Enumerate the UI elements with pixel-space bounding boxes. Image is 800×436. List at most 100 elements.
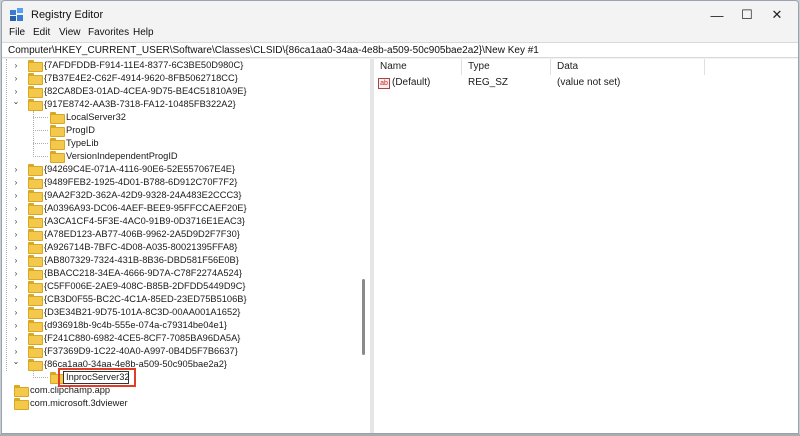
tree-item[interactable]: › {A926714B-7BFC-4D08-A035-80021395FFA8} [2,241,358,254]
chevron-right-icon[interactable]: › [11,59,21,72]
tree-item[interactable]: › {7AFDFDDB-F914-11E4-8377-6C3BE50D980C} [2,59,358,72]
window-title: Registry Editor [31,9,104,21]
address-path[interactable]: Computer\HKEY_CURRENT_USER\Software\Clas… [8,45,539,56]
folder-icon [28,242,43,254]
chevron-right-icon[interactable]: › [11,293,21,306]
chevron-right-icon[interactable]: › [11,254,21,267]
tree-item-label: ProgID [66,125,95,135]
chevron-right-icon[interactable]: › [11,332,21,345]
folder-icon [28,164,43,176]
tree-item-label: {A78ED123-AB77-406B-9962-2A5D9D2F7F30} [44,229,240,239]
tree-item-label: com.clipchamp.app [30,385,111,395]
tree-item[interactable]: ProgID [2,124,358,137]
chevron-right-icon[interactable]: › [11,319,21,332]
tree-item-label: {A926714B-7BFC-4D08-A035-80021395FFA8} [44,242,238,252]
tree-item[interactable]: › {7B37E4E2-C62F-4914-9620-8FB5062718CC} [2,72,358,85]
folder-icon [28,73,43,85]
tree-scrollbar[interactable] [358,59,370,433]
folder-icon [28,177,43,189]
folder-icon [14,385,29,397]
chevron-right-icon[interactable]: › [11,280,21,293]
menu-favorites[interactable]: Favorites [88,27,129,38]
chevron-right-icon[interactable]: › [11,202,21,215]
menu-view[interactable]: View [59,27,81,38]
tree-item[interactable]: › {BBACC218-34EA-4666-9D7A-C78F2274A524} [2,267,358,280]
tree-item[interactable]: VersionIndependentProgID [2,150,358,163]
folder-icon [28,86,43,98]
menu-help[interactable]: Help [133,27,154,38]
folder-icon [28,229,43,241]
folder-icon [28,268,43,280]
menu-bar: File Edit View Favorites Help [2,27,798,41]
menu-edit[interactable]: Edit [33,27,50,38]
chevron-right-icon[interactable]: › [11,267,21,280]
chevron-right-icon[interactable]: › [11,241,21,254]
chevron-right-icon[interactable]: › [11,176,21,189]
tree-item[interactable]: LocalServer32 [2,111,358,124]
tree-item[interactable]: InprocServer32 [2,368,358,387]
tree-item[interactable]: › {A78ED123-AB77-406B-9962-2A5D9D2F7F30} [2,228,358,241]
folder-icon [28,333,43,345]
tree-item[interactable]: › {A3CA1CF4-5F3E-4AC0-91B9-0D3716E1EAC3} [2,215,358,228]
menu-file[interactable]: File [9,27,25,38]
values-list[interactable]: Name Type Data ab (Default) REG_SZ (valu… [374,59,798,433]
tree-item[interactable]: › {F241C880-6982-4CE5-8CF7-7085BA96DA5A} [2,332,358,345]
chevron-right-icon[interactable]: › [11,163,21,176]
tree-item[interactable]: › {82CA8DE3-01AD-4CEA-9D75-BE4C51810A9E} [2,85,358,98]
value-type: REG_SZ [468,77,509,88]
column-header-name[interactable]: Name [380,61,407,72]
registry-editor-icon [10,8,23,21]
registry-editor-window: Registry Editor — ☐ ✕ File Edit View Fav… [1,0,799,434]
folder-icon [28,190,43,202]
tree-item[interactable]: › {CB3D0F55-BC2C-4C1A-85ED-23ED75B5106B} [2,293,358,306]
tree-item[interactable]: › {C5FF006E-2AE9-408C-B85B-2DFDD5449D9C} [2,280,358,293]
tree-item[interactable]: TypeLib [2,137,358,150]
tree-item[interactable]: com.microsoft.3dviewer [2,397,358,410]
tree-item[interactable]: › {F37369D9-1C22-40A0-A997-0B4D5F7B6637} [2,345,358,358]
column-header-type[interactable]: Type [468,61,490,72]
tree-item-label: {A3CA1CF4-5F3E-4AC0-91B9-0D3716E1EAC3} [44,216,246,226]
tree-item[interactable]: › {9489FEB2-1925-4D01-B788-6D912C70F7F2} [2,176,358,189]
tree-item[interactable]: › {9AA2F32D-362A-42D9-9328-24A483E2CCC3} [2,189,358,202]
folder-icon [28,203,43,215]
tree-scrollbar-thumb[interactable] [362,279,365,355]
close-button[interactable]: ✕ [754,1,798,29]
chevron-right-icon[interactable]: › [11,215,21,228]
column-divider[interactable] [704,59,705,75]
folder-icon [50,112,65,124]
folder-icon [28,60,43,72]
tree-guide-line [33,377,48,378]
tree-item-label: VersionIndependentProgID [66,151,178,161]
column-divider[interactable] [461,59,462,75]
tree-item-label: {A0396A93-DC06-4AEF-BEE9-95FFCCAEF20E} [44,203,247,213]
tree-item-label: {C5FF006E-2AE9-408C-B85B-2DFDD5449D9C} [44,281,246,291]
address-bar[interactable]: Computer\HKEY_CURRENT_USER\Software\Clas… [2,42,798,58]
tree-item-label: InprocServer32 [66,372,130,382]
folder-icon [28,281,43,293]
chevron-down-icon[interactable]: ⌄ [11,355,21,368]
folder-icon [50,138,65,150]
chevron-right-icon[interactable]: › [11,228,21,241]
tree-item[interactable]: ⌄ {86ca1aa0-34aa-4e8b-a509-50c905bae2a2} [2,355,358,371]
tree-item[interactable]: › {D3E34B21-9D75-101A-8C3D-00AA001A1652} [2,306,358,319]
tree-guide-line [33,130,48,131]
column-divider[interactable] [550,59,551,75]
tree-item[interactable]: › {A0396A93-DC06-4AEF-BEE9-95FFCCAEF20E} [2,202,358,215]
tree-item[interactable]: › {94269C4E-071A-4116-90E6-52E557067E4E} [2,163,358,176]
tree-item-label: com.microsoft.3dviewer [30,398,128,408]
folder-icon [28,216,43,228]
key-tree[interactable]: › {7AFDFDDB-F914-11E4-8377-6C3BE50D980C} ›… [2,59,370,433]
chevron-right-icon[interactable]: › [11,189,21,202]
tree-item-label: {7B37E4E2-C62F-4914-9620-8FB5062718CC} [44,73,238,83]
tree-item[interactable]: com.clipchamp.app [2,384,358,397]
tree-item[interactable]: › {d936918b-9c4b-555e-074a-c79314be04e1} [2,319,358,332]
tree-item[interactable]: ⌄ {917E8742-AA3B-7318-FA12-10485FB322A2} [2,95,358,111]
folder-icon [28,294,43,306]
tree-item-label: {F241C880-6982-4CE5-8CF7-7085BA96DA5A} [44,333,241,343]
folder-icon [28,99,43,111]
chevron-right-icon[interactable]: › [11,306,21,319]
column-header-data[interactable]: Data [557,61,578,72]
chevron-down-icon[interactable]: ⌄ [11,95,21,108]
tree-item[interactable]: › {AB807329-7324-431B-8B36-DBD581F56E0B} [2,254,358,267]
chevron-right-icon[interactable]: › [11,72,21,85]
